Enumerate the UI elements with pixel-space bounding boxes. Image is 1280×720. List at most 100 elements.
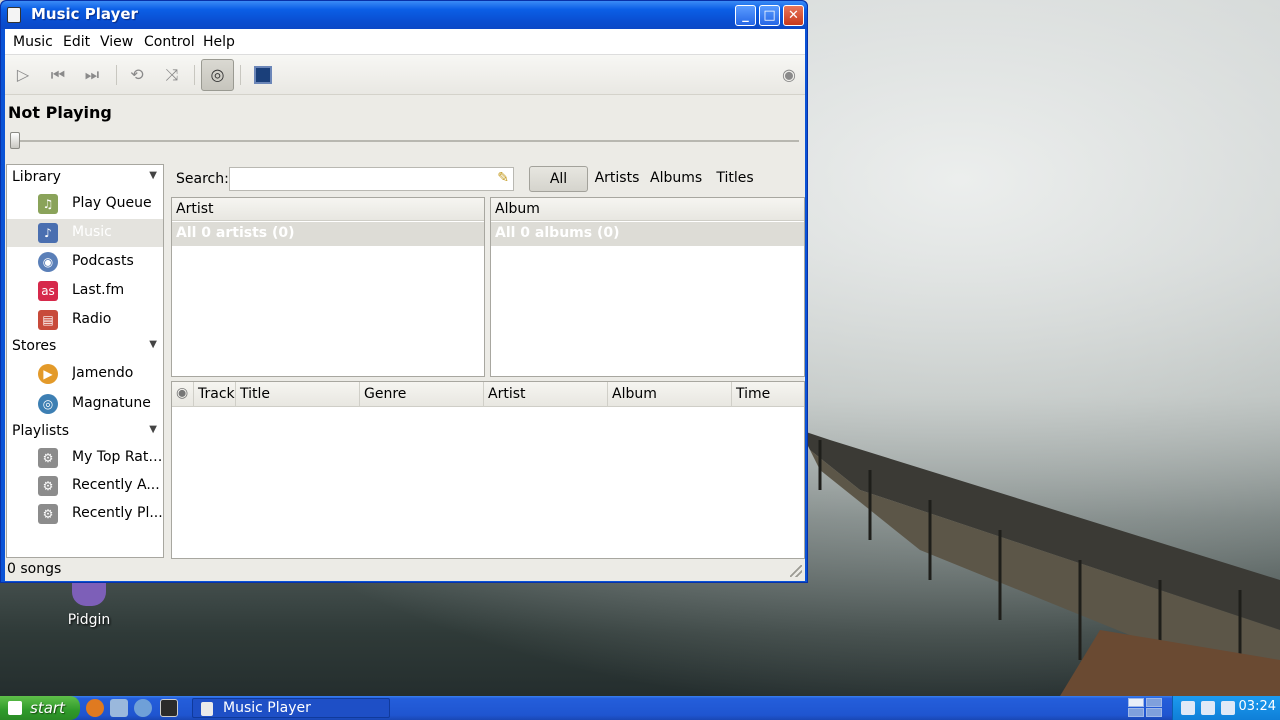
desktop-switcher[interactable]: [1128, 698, 1164, 718]
music-tray-icon[interactable]: [1181, 701, 1195, 715]
sidebar-section-library[interactable]: Library ▼: [7, 165, 163, 191]
play-icon[interactable]: ▷: [11, 63, 35, 87]
minimize-button[interactable]: _: [735, 5, 756, 26]
sidebar-item-radio[interactable]: ▤ Radio: [7, 306, 163, 334]
firefox-icon[interactable]: [86, 699, 104, 717]
network-tray-icon[interactable]: [1201, 701, 1215, 715]
resize-grip-icon[interactable]: [790, 565, 802, 577]
menu-control[interactable]: Control: [144, 34, 195, 50]
sidebar-item-music[interactable]: ♪ Music: [7, 219, 163, 247]
search-input[interactable]: [233, 170, 488, 188]
desktop-4[interactable]: [1146, 708, 1162, 717]
toolbar-separator: [194, 65, 195, 85]
desktop-3[interactable]: [1128, 708, 1144, 717]
sidebar-item-label: My Top Rated: [72, 449, 164, 465]
seek-slider-handle[interactable]: [10, 132, 20, 149]
sidebar-item-label: Jamendo: [72, 365, 134, 381]
filter-titles-button[interactable]: Titles: [714, 166, 756, 192]
repeat-icon[interactable]: ⟲: [125, 63, 149, 87]
filter-all-button[interactable]: All: [529, 166, 588, 192]
desktop-2[interactable]: [1146, 698, 1162, 707]
desktop-icon-pidgin[interactable]: Pidgin: [58, 580, 120, 628]
pier-wallpaper-graphic: [800, 430, 1280, 696]
app-icon: [7, 7, 21, 23]
toolbar-separator: [240, 65, 241, 85]
column-title[interactable]: Title: [236, 382, 360, 407]
taskbar: start Music Player 03:24: [0, 696, 1280, 720]
sidebar-item-podcasts[interactable]: ◉ Podcasts: [7, 248, 163, 276]
browse-toggle-icon[interactable]: ◎: [201, 59, 234, 91]
row-label: All 0 artists (0): [176, 225, 295, 241]
column-label: Genre: [364, 386, 407, 402]
artist-all-row[interactable]: All 0 artists (0): [172, 222, 484, 246]
desktop-1[interactable]: [1128, 698, 1144, 707]
menubar: Music Edit View Control Help: [5, 29, 805, 55]
clear-search-icon[interactable]: ✎: [497, 170, 509, 186]
shuffle-icon[interactable]: ⤨: [160, 63, 184, 87]
maximize-button[interactable]: □: [759, 5, 780, 26]
source-sidebar: Library ▼ ♫ Play Queue ♪ Music ◉ Podcast…: [6, 164, 164, 558]
sidebar-item-label: Music: [72, 224, 112, 240]
sidebar-section-stores[interactable]: Stores ▼: [7, 334, 163, 360]
album-column-header[interactable]: Album: [491, 198, 804, 221]
artist-column-header[interactable]: Artist: [172, 198, 484, 221]
album-browser-pane: Album All 0 albums (0): [490, 197, 805, 377]
volume-icon[interactable]: ◉: [777, 63, 801, 87]
collapse-triangle-icon[interactable]: ▼: [149, 170, 157, 181]
sidebar-item-label: Recently A...: [72, 477, 160, 493]
column-artist[interactable]: Artist: [484, 382, 608, 407]
start-flag-icon: [8, 701, 22, 715]
column-label: Album: [495, 201, 540, 217]
sidebar-item-recently-played[interactable]: ⚙ Recently Pl...: [7, 500, 163, 528]
menu-help[interactable]: Help: [203, 34, 235, 50]
column-track[interactable]: Track: [194, 382, 236, 407]
row-label: All 0 albums (0): [495, 225, 620, 241]
window-title: Music Player: [31, 5, 138, 23]
display-tray-icon[interactable]: [1221, 701, 1235, 715]
music-player-task-icon: [201, 702, 213, 716]
jamendo-icon: ▶: [38, 364, 58, 384]
sidebar-item-lastfm[interactable]: as Last.fm: [7, 277, 163, 305]
terminal-icon[interactable]: [160, 699, 178, 717]
taskbar-item-music-player[interactable]: Music Player: [192, 698, 390, 718]
menu-view[interactable]: View: [100, 34, 133, 50]
menu-music[interactable]: Music: [13, 34, 53, 50]
sidebar-item-play-queue[interactable]: ♫ Play Queue: [7, 190, 163, 218]
track-list: ◉ Track Title Genre Artist Album Time: [171, 381, 805, 559]
sidebar-item-recently-added[interactable]: ⚙ Recently A...: [7, 472, 163, 500]
collapse-triangle-icon[interactable]: ▼: [149, 424, 157, 435]
browser-icon[interactable]: [134, 699, 152, 717]
column-status[interactable]: ◉: [172, 382, 194, 407]
column-time[interactable]: Time: [732, 382, 804, 407]
sidebar-item-label: Radio: [72, 311, 112, 327]
collapse-triangle-icon[interactable]: ▼: [149, 339, 157, 350]
visualization-icon[interactable]: [254, 66, 272, 84]
music-player-window: Music Player _ □ ✕ Music Edit View Contr…: [0, 0, 808, 583]
column-album[interactable]: Album: [608, 382, 732, 407]
sidebar-item-label: Podcasts: [72, 253, 134, 269]
previous-icon[interactable]: ⏮: [46, 63, 70, 87]
sidebar-item-jamendo[interactable]: ▶ Jamendo: [7, 360, 163, 388]
start-button[interactable]: start: [0, 696, 80, 720]
sidebar-item-label: Magnatune: [72, 395, 151, 411]
sidebar-item-magnatune[interactable]: ◎ Magnatune: [7, 390, 163, 418]
smart-playlist-icon: ⚙: [38, 504, 58, 524]
column-label: Artist: [176, 201, 214, 217]
album-all-row[interactable]: All 0 albums (0): [491, 222, 804, 246]
podcast-icon: ◉: [38, 252, 58, 272]
next-icon[interactable]: ⏭: [80, 63, 104, 87]
menu-edit[interactable]: Edit: [63, 34, 90, 50]
close-button[interactable]: ✕: [783, 5, 804, 26]
search-field[interactable]: ✎: [229, 167, 514, 191]
filter-albums-button[interactable]: Albums: [650, 166, 702, 192]
file-manager-icon[interactable]: [110, 699, 128, 717]
sidebar-item-my-top-rated[interactable]: ⚙ My Top Rated: [7, 444, 164, 472]
now-playing-title: Not Playing: [8, 103, 112, 122]
window-titlebar[interactable]: Music Player _ □ ✕: [1, 1, 807, 29]
column-label: Track: [198, 386, 235, 402]
column-genre[interactable]: Genre: [360, 382, 484, 407]
seek-slider-track[interactable]: [13, 140, 799, 142]
sidebar-section-playlists[interactable]: Playlists ▼: [7, 419, 163, 445]
filter-artists-button[interactable]: Artists: [594, 166, 640, 192]
clock: 03:24: [1238, 699, 1276, 714]
